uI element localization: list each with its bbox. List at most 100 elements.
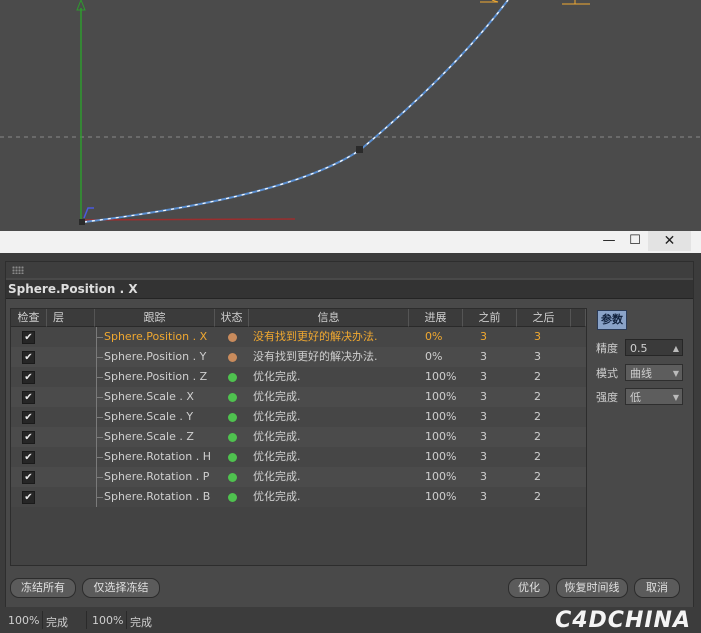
curve-sample-dots	[83, 0, 509, 223]
key-point-start[interactable]	[79, 219, 85, 225]
col-header-track[interactable]: 跟踪	[95, 309, 215, 327]
table-row[interactable]: ✔ Sphere.Position . X 没有找到更好的解决办法. 0% 3 3	[11, 327, 586, 347]
col-header-check[interactable]: 检查	[11, 309, 47, 327]
panel-grip[interactable]	[6, 262, 693, 278]
progress-value: 0%	[425, 330, 443, 343]
curve-viewport[interactable]	[0, 0, 701, 231]
mode-label: 模式	[596, 367, 618, 380]
row-checkbox[interactable]: ✔	[22, 471, 35, 484]
curve-path[interactable]	[83, 0, 509, 223]
progress-value: 100%	[425, 450, 457, 463]
after-count: 2	[534, 370, 541, 383]
panel-heading: Sphere.Position . X	[6, 280, 693, 299]
state-dot-icon	[228, 333, 237, 342]
maximize-button[interactable]: ☐	[621, 231, 649, 251]
top-key-marker-icon	[480, 0, 499, 3]
grip-icon[interactable]	[12, 266, 24, 274]
track-name: Sphere.Rotation . P	[104, 470, 210, 483]
row-checkbox[interactable]: ✔	[22, 451, 35, 464]
strength-value: 低	[630, 391, 641, 404]
track-name: Sphere.Position . Z	[104, 370, 208, 383]
track-table: 检查 层 跟踪 状态 信息 进展 之前 之后 ✔ Sphere.Position …	[10, 308, 587, 566]
row-checkbox[interactable]: ✔	[22, 351, 35, 364]
mode-dropdown[interactable]: 曲线 ▼	[625, 364, 683, 381]
status-progress-2: 100%	[92, 614, 124, 627]
progress-value: 100%	[425, 490, 457, 503]
before-count: 3	[480, 370, 487, 383]
col-header-info[interactable]: 信息	[249, 309, 409, 327]
curve-canvas[interactable]	[0, 0, 701, 231]
cancel-button[interactable]: 取消	[634, 578, 680, 598]
title-bar[interactable]: — ☐ ✕	[0, 231, 701, 253]
chevron-down-icon: ▼	[672, 369, 679, 378]
table-row[interactable]: ✔ Sphere.Scale . X 优化完成. 100% 3 2	[11, 387, 586, 407]
after-count: 2	[534, 450, 541, 463]
optimize-button[interactable]: 优化	[508, 578, 550, 598]
col-header-end	[571, 309, 586, 327]
restore-timeline-button[interactable]: 恢复时间线	[556, 578, 628, 598]
table-row[interactable]: ✔ Sphere.Scale . Y 优化完成. 100% 3 2	[11, 407, 586, 427]
strength-dropdown[interactable]: 低 ▼	[625, 388, 683, 405]
table-row[interactable]: ✔ Sphere.Position . Y 没有找到更好的解决办法. 0% 3 3	[11, 347, 586, 367]
col-header-state[interactable]: 状态	[215, 309, 249, 327]
col-header-before[interactable]: 之前	[463, 309, 517, 327]
after-count: 3	[534, 350, 541, 363]
panel: Sphere.Position . X 检查 层 跟踪 状态 信息 进展 之前 …	[5, 261, 694, 633]
row-checkbox[interactable]: ✔	[22, 431, 35, 444]
row-checkbox[interactable]: ✔	[22, 331, 35, 344]
strength-label: 强度	[596, 391, 618, 404]
tree-connector	[96, 387, 103, 407]
table-row[interactable]: ✔ Sphere.Rotation . B 优化完成. 100% 3 2	[11, 487, 586, 507]
after-count: 3	[534, 330, 541, 343]
tangent-handle-icon[interactable]	[83, 207, 94, 219]
freeze-all-button[interactable]: 冻结所有	[10, 578, 76, 598]
status-bar: 100% 完成 100% 完成 C4DCHINA	[0, 607, 701, 633]
track-name: Sphere.Scale . X	[104, 390, 194, 403]
col-header-progress[interactable]: 进展	[409, 309, 463, 327]
info-text: 优化完成.	[253, 430, 301, 443]
row-checkbox[interactable]: ✔	[22, 371, 35, 384]
row-checkbox[interactable]: ✔	[22, 391, 35, 404]
row-checkbox[interactable]: ✔	[22, 491, 35, 504]
close-button[interactable]: ✕	[648, 231, 691, 251]
after-count: 2	[534, 410, 541, 423]
stepper-arrows-icon[interactable]: ▲	[673, 340, 679, 357]
before-count: 3	[480, 410, 487, 423]
progress-value: 100%	[425, 390, 457, 403]
table-row[interactable]: ✔ Sphere.Scale . Z 优化完成. 100% 3 2	[11, 427, 586, 447]
tree-connector	[96, 367, 103, 387]
top-key-marker-icon-2	[562, 0, 590, 5]
table-row[interactable]: ✔ Sphere.Position . Z 优化完成. 100% 3 2	[11, 367, 586, 387]
info-text: 没有找到更好的解决办法.	[253, 330, 378, 343]
tree-connector	[96, 427, 103, 447]
tab-params[interactable]: 参数	[597, 310, 627, 330]
precision-stepper[interactable]: 0.5 ▲	[625, 339, 683, 356]
track-name: Sphere.Position . X	[104, 330, 208, 343]
precision-label: 精度	[596, 342, 618, 355]
freeze-selected-button[interactable]: 仅选择冻结	[82, 578, 160, 598]
key-point-mid[interactable]	[356, 146, 363, 153]
col-header-after[interactable]: 之后	[517, 309, 571, 327]
status-divider	[86, 611, 87, 629]
minimize-button[interactable]: —	[595, 231, 623, 251]
table-row[interactable]: ✔ Sphere.Rotation . H 优化完成. 100% 3 2	[11, 447, 586, 467]
watermark-logo: C4DCHINA	[555, 608, 691, 633]
info-text: 优化完成.	[253, 450, 301, 463]
state-dot-icon	[228, 453, 237, 462]
col-header-layer[interactable]: 层	[47, 309, 95, 327]
state-dot-icon	[228, 493, 237, 502]
row-checkbox[interactable]: ✔	[22, 411, 35, 424]
tree-connector	[96, 447, 103, 467]
table-row[interactable]: ✔ Sphere.Rotation . P 优化完成. 100% 3 2	[11, 467, 586, 487]
tree-connector	[96, 487, 103, 507]
progress-value: 100%	[425, 470, 457, 483]
progress-value: 0%	[425, 350, 443, 363]
state-dot-icon	[228, 433, 237, 442]
before-count: 3	[480, 490, 487, 503]
track-name: Sphere.Rotation . H	[104, 450, 212, 463]
panel-title: Sphere.Position . X	[8, 282, 138, 296]
tree-connector	[96, 467, 103, 487]
state-dot-icon	[228, 393, 237, 402]
after-count: 2	[534, 490, 541, 503]
tree-connector	[96, 407, 103, 427]
